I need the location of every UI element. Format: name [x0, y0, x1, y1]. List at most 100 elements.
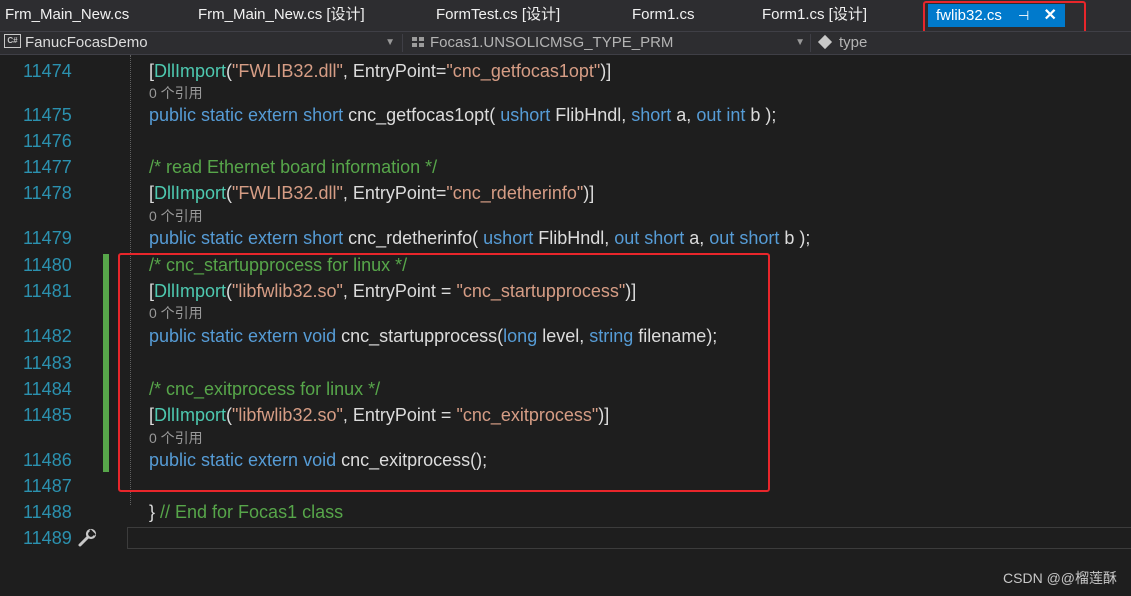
code-token: )] — [600, 61, 612, 81]
code-token: "libfwlib32.so" — [232, 405, 343, 425]
tab-form1-cs[interactable]: Form1.cs — [632, 0, 695, 31]
code-token: )] — [625, 281, 637, 301]
code-token: /* cnc_exitprocess for linux */ — [149, 379, 381, 399]
class-dropdown[interactable]: Focas1.UNSOLICMSG_TYPE_PRM ▼ — [410, 32, 808, 54]
code-line[interactable]: [DllImport("FWLIB32.dll", EntryPoint="cn… — [149, 58, 611, 84]
line-number: 11476 — [23, 131, 72, 151]
code-token: cnc_getfocas1opt( — [348, 105, 501, 125]
tab-label: Frm_Main_New.cs — [5, 6, 130, 23]
code-token: "FWLIB32.dll" — [232, 61, 343, 81]
change-tracking-bar — [103, 254, 109, 472]
watermark: CSDN @@榴莲酥 — [1003, 570, 1117, 586]
code-token: a, — [689, 228, 710, 248]
code-line[interactable]: } // End for Focas1 class — [149, 499, 343, 525]
chevron-down-icon: ▼ — [795, 37, 805, 48]
code-token: , EntryPoint = — [342, 281, 457, 301]
member-name: type — [839, 34, 868, 51]
line-number: 11478 — [23, 183, 72, 203]
code-token: short — [631, 105, 677, 125]
code-token: )] — [598, 405, 610, 425]
code-line[interactable]: public static extern void cnc_startuppro… — [149, 323, 717, 349]
tab-label: fwlib32.cs — [936, 7, 1002, 24]
line-number: 11484 — [23, 379, 72, 399]
member-dropdown[interactable]: type — [816, 32, 1131, 54]
wrench-icon[interactable] — [76, 527, 98, 549]
codelens-references[interactable]: 0 个引用 — [149, 427, 203, 449]
navigation-bar: C# FanucFocasDemo ▼ Focas1.UNSOLICMSG_TYP… — [0, 31, 1131, 55]
code-token: FlibHndl, — [538, 228, 615, 248]
code-token: public static extern void — [149, 450, 342, 470]
code-token: "libfwlib32.so" — [232, 281, 343, 301]
line-number: 11485 — [23, 405, 72, 425]
code-line[interactable]: /* cnc_exitprocess for linux */ — [149, 376, 380, 402]
code-token: FlibHndl, — [555, 105, 632, 125]
line-number: 11474 — [23, 61, 72, 81]
code-token: long — [503, 326, 543, 346]
code-line[interactable]: [DllImport("libfwlib32.so", EntryPoint =… — [149, 278, 636, 304]
codelens-references[interactable]: 0 个引用 — [149, 82, 203, 104]
code-line[interactable]: /* read Ethernet board information */ — [149, 154, 437, 180]
editor-margin — [0, 55, 20, 596]
line-number: 11480 — [23, 255, 72, 275]
nav-divider — [810, 34, 811, 52]
code-token: out short — [709, 228, 785, 248]
tab-label: FormTest.cs [设计] — [436, 6, 561, 23]
tab-label: Form1.cs [设计] — [762, 6, 868, 23]
code-token: ushort — [500, 105, 556, 125]
line-number: 11479 — [23, 228, 72, 248]
codelens-references[interactable]: 0 个引用 — [149, 205, 203, 227]
code-token: DllImport — [154, 405, 227, 425]
tab-frm-main-new-cs-design[interactable]: Frm_Main_New.cs [设计] — [198, 0, 365, 31]
code-token: "cnc_exitprocess" — [456, 405, 599, 425]
nav-divider — [402, 34, 403, 52]
line-number: 11481 — [23, 281, 72, 301]
code-token: DllImport — [154, 183, 227, 203]
code-editor[interactable]: 11474 [DllImport("FWLIB32.dll", EntryPoin… — [0, 55, 1131, 596]
field-cube-icon — [817, 34, 833, 50]
code-token: cnc_exitprocess(); — [341, 450, 488, 470]
code-line[interactable]: public static extern void cnc_exitproces… — [149, 447, 487, 473]
tab-label: Form1.cs — [632, 6, 695, 23]
line-number: 11483 — [23, 353, 72, 373]
line-number: 11487 — [23, 476, 72, 496]
tab-label: Frm_Main_New.cs [设计] — [198, 6, 365, 23]
code-line[interactable]: [DllImport("libfwlib32.so", EntryPoint =… — [149, 402, 609, 428]
code-token: out short — [614, 228, 690, 248]
tab-formtest-cs-design[interactable]: FormTest.cs [设计] — [436, 0, 560, 31]
line-number: 11488 — [23, 502, 72, 522]
code-token: filename); — [638, 326, 718, 346]
csharp-project-icon: C# — [4, 34, 21, 49]
code-token: "cnc_getfocas1opt" — [446, 61, 601, 81]
code-token: public static extern short — [149, 228, 349, 248]
code-token: cnc_rdetherinfo( — [348, 228, 484, 248]
code-line[interactable]: public static extern short cnc_getfocas1… — [149, 102, 776, 128]
struct-icon — [412, 37, 424, 48]
code-token: public static extern short — [149, 105, 349, 125]
code-token: DllImport — [154, 61, 227, 81]
line-number: 11482 — [23, 326, 72, 346]
code-token: } — [149, 502, 161, 522]
tab-form1-cs-design[interactable]: Form1.cs [设计] — [762, 0, 867, 31]
code-token: public static extern void — [149, 326, 342, 346]
code-token: out int — [696, 105, 751, 125]
code-token: DllImport — [154, 281, 227, 301]
code-line[interactable]: /* cnc_startupprocess for linux */ — [149, 252, 407, 278]
code-token: string — [589, 326, 639, 346]
code-line[interactable]: public static extern short cnc_rdetherin… — [149, 225, 810, 251]
line-number: 11477 — [23, 157, 72, 177]
code-line[interactable]: [DllImport("FWLIB32.dll", EntryPoint="cn… — [149, 180, 594, 206]
pin-icon[interactable]: ⊣ — [1018, 4, 1029, 27]
document-tab-bar: Frm_Main_New.cs Frm_Main_New.cs [设计] For… — [0, 0, 1131, 41]
tab-fwlib32-cs[interactable]: fwlib32.cs ⊣ ✕ — [928, 4, 1065, 27]
code-token: b ); — [784, 228, 811, 248]
project-dropdown[interactable]: C# FanucFocasDemo ▼ — [0, 32, 400, 54]
code-token: , EntryPoint = — [342, 405, 457, 425]
line-number: 11486 — [23, 450, 72, 470]
close-icon[interactable]: ✕ — [1044, 4, 1057, 27]
chevron-down-icon: ▼ — [385, 37, 395, 48]
codelens-references[interactable]: 0 个引用 — [149, 302, 203, 324]
code-token: level, — [542, 326, 590, 346]
line-number: 11489 — [23, 528, 72, 548]
line-number: 11475 — [23, 105, 72, 125]
tab-frm-main-new-cs[interactable]: Frm_Main_New.cs — [5, 0, 129, 31]
